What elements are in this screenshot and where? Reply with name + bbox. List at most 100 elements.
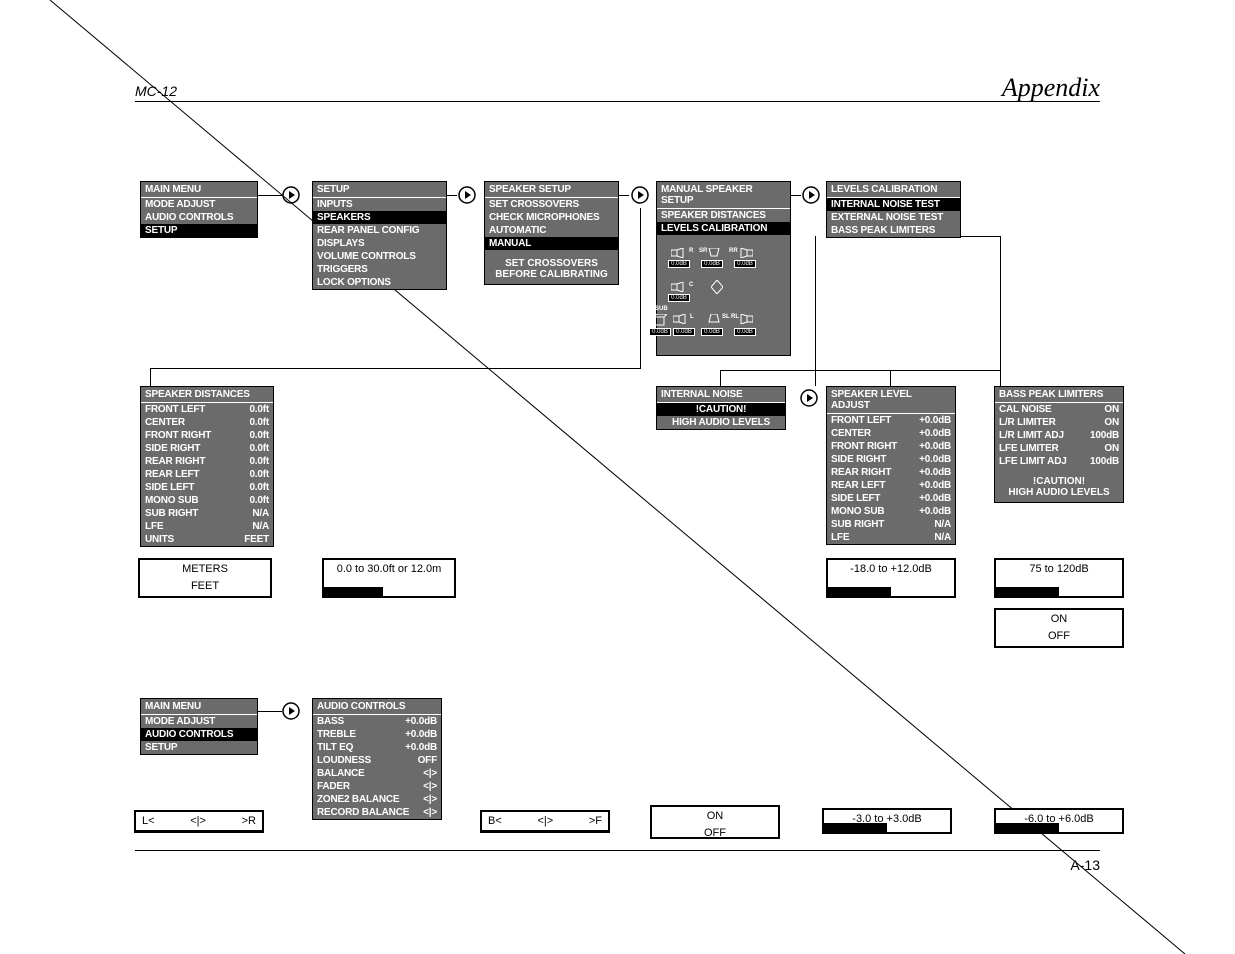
table-row: SIDE RIGHT+0.0dB (827, 453, 955, 466)
page: MC-12 Appendix A-13 MAIN MENU MODE ADJUS… (0, 0, 1235, 954)
table-row: BASS+0.0dB (313, 715, 441, 728)
warn-row: HIGH AUDIO LEVELS (657, 416, 785, 429)
menu-item: AUDIO CONTROLS (141, 211, 257, 224)
panel-title: SPEAKER SETUP (485, 182, 618, 198)
menu-item: BASS PEAK LIMITERS (827, 224, 960, 237)
panel-bass-peak-limiters: BASS PEAK LIMITERS CAL NOISEON L/R LIMIT… (994, 386, 1124, 503)
table-row: FADER<|> (313, 780, 441, 793)
connector-line (720, 370, 721, 386)
menu-item: SET CROSSOVERS (485, 198, 618, 211)
speaker-layout-icon: R SR RR 0.0dB 0.0dB 0.0dB C 0.0dB SUB L … (667, 242, 780, 352)
panel-title: SPEAKER LEVEL ADJUST (827, 387, 955, 414)
connector-line (150, 368, 641, 369)
panel-title: BASS PEAK LIMITERS (995, 387, 1123, 403)
table-row: MONO SUB+0.0dB (827, 505, 955, 518)
menu-item: VOLUME CONTROLS (313, 250, 446, 263)
table-row: LOUDNESSOFF (313, 754, 441, 767)
connector-line (447, 195, 457, 196)
panel-levels-calibration: LEVELS CALIBRATION INTERNAL NOISE TEST E… (826, 181, 961, 238)
menu-item-selected: SETUP (141, 224, 257, 237)
table-row: SIDE LEFT0.0ft (141, 481, 273, 494)
table-row: SUB RIGHTN/A (827, 518, 955, 531)
panel-title: MAIN MENU (141, 182, 257, 198)
connector-line (480, 832, 610, 833)
menu-item: INPUTS (313, 198, 446, 211)
connector-line (258, 195, 282, 196)
nav-arrow-icon (631, 186, 649, 204)
value-box-distance-range: 0.0 to 30.0ft or 12.0m (322, 558, 456, 598)
panel-title: SPEAKER DISTANCES (141, 387, 273, 403)
panel-audio-controls: AUDIO CONTROLS BASS+0.0dB TREBLE+0.0dB T… (312, 698, 442, 820)
table-row: SIDE RIGHT0.0ft (141, 442, 273, 455)
connector-line (258, 711, 282, 712)
table-row: L/R LIMITERON (995, 416, 1123, 429)
panel-main-menu: MAIN MENU MODE ADJUST AUDIO CONTROLS SET… (140, 181, 258, 238)
value-box-range6: -6.0 to +6.0dB (994, 808, 1124, 834)
panel-title: AUDIO CONTROLS (313, 699, 441, 715)
table-row: CAL NOISEON (995, 403, 1123, 416)
table-row: LFEN/A (827, 531, 955, 544)
table-row: BALANCE<|> (313, 767, 441, 780)
table-row: FRONT LEFT+0.0dB (827, 414, 955, 427)
panel-title: LEVELS CALIBRATION (827, 182, 960, 198)
connector-line (961, 236, 1001, 237)
table-row: CENTER0.0ft (141, 416, 273, 429)
value-box-limit-range: 75 to 120dB (994, 558, 1124, 598)
value-box-units: METERS FEET (138, 558, 272, 598)
table-row: ZONE2 BALANCE<|> (313, 793, 441, 806)
panel-manual-speaker-setup: MANUAL SPEAKER SETUP SPEAKER DISTANCES L… (656, 181, 791, 356)
header-left: MC-12 (135, 83, 177, 99)
panel-internal-noise: INTERNAL NOISE !CAUTION! HIGH AUDIO LEVE… (656, 386, 786, 430)
menu-item: MODE ADJUST (141, 198, 257, 211)
panel-main-menu-2: MAIN MENU MODE ADJUST AUDIO CONTROLS SET… (140, 698, 258, 755)
panel-note: SET CROSSOVERS BEFORE CALIBRATING (485, 250, 618, 284)
panel-speaker-setup: SPEAKER SETUP SET CROSSOVERS CHECK MICRO… (484, 181, 619, 285)
panel-speaker-level-adjust: SPEAKER LEVEL ADJUST FRONT LEFT+0.0dB CE… (826, 386, 956, 545)
value-box-onoff-2: ON OFF (650, 805, 780, 839)
menu-item: LOCK OPTIONS (313, 276, 446, 289)
panel-speaker-distances: SPEAKER DISTANCES FRONT LEFT0.0ft CENTER… (140, 386, 274, 547)
panel-setup: SETUP INPUTS SPEAKERS REAR PANEL CONFIG … (312, 181, 447, 290)
connector-line (791, 195, 801, 196)
value-box-lr-balance: L<<|>>R (134, 810, 264, 832)
table-row: SUB RIGHTN/A (141, 507, 273, 520)
table-row: REAR LEFT0.0ft (141, 468, 273, 481)
caution-row: !CAUTION! (657, 403, 785, 416)
menu-item: SETUP (141, 741, 257, 754)
table-row: UNITSFEET (141, 533, 273, 546)
connector-line (720, 370, 1000, 371)
menu-item-selected: INTERNAL NOISE TEST (827, 198, 960, 211)
table-row: LFE LIMITERON (995, 442, 1123, 455)
table-row: LFE LIMIT ADJ100dB (995, 455, 1123, 468)
nav-arrow-icon (458, 186, 476, 204)
table-row: LFEN/A (141, 520, 273, 533)
panel-note: !CAUTION! HIGH AUDIO LEVELS (995, 468, 1123, 502)
table-row: FRONT RIGHT+0.0dB (827, 440, 955, 453)
table-row: CENTER+0.0dB (827, 427, 955, 440)
connector-line (890, 370, 891, 386)
table-row: FRONT LEFT0.0ft (141, 403, 273, 416)
table-row: TILT EQ+0.0dB (313, 741, 441, 754)
connector-line (1000, 236, 1001, 386)
table-row: MONO SUB0.0ft (141, 494, 273, 507)
panel-title: INTERNAL NOISE (657, 387, 785, 403)
connector-line (619, 195, 629, 196)
nav-arrow-icon (282, 702, 300, 720)
menu-item: SPEAKER DISTANCES (657, 209, 790, 222)
connector-line (815, 236, 816, 386)
menu-item-selected: AUDIO CONTROLS (141, 728, 257, 741)
nav-arrow-icon (802, 186, 820, 204)
menu-item-selected: SPEAKERS (313, 211, 446, 224)
panel-title: MAIN MENU (141, 699, 257, 715)
menu-item: TRIGGERS (313, 263, 446, 276)
table-row: TREBLE+0.0dB (313, 728, 441, 741)
table-row: REAR LEFT+0.0dB (827, 479, 955, 492)
value-box-onoff: ON OFF (994, 608, 1124, 648)
table-row: SIDE LEFT+0.0dB (827, 492, 955, 505)
menu-item: DISPLAYS (313, 237, 446, 250)
page-footer: A-13 (135, 850, 1100, 872)
value-box-bf-fader: B<<|>>F (480, 810, 610, 832)
menu-item: CHECK MICROPHONES (485, 211, 618, 224)
nav-arrow-icon (800, 389, 818, 407)
table-row: L/R LIMIT ADJ100dB (995, 429, 1123, 442)
